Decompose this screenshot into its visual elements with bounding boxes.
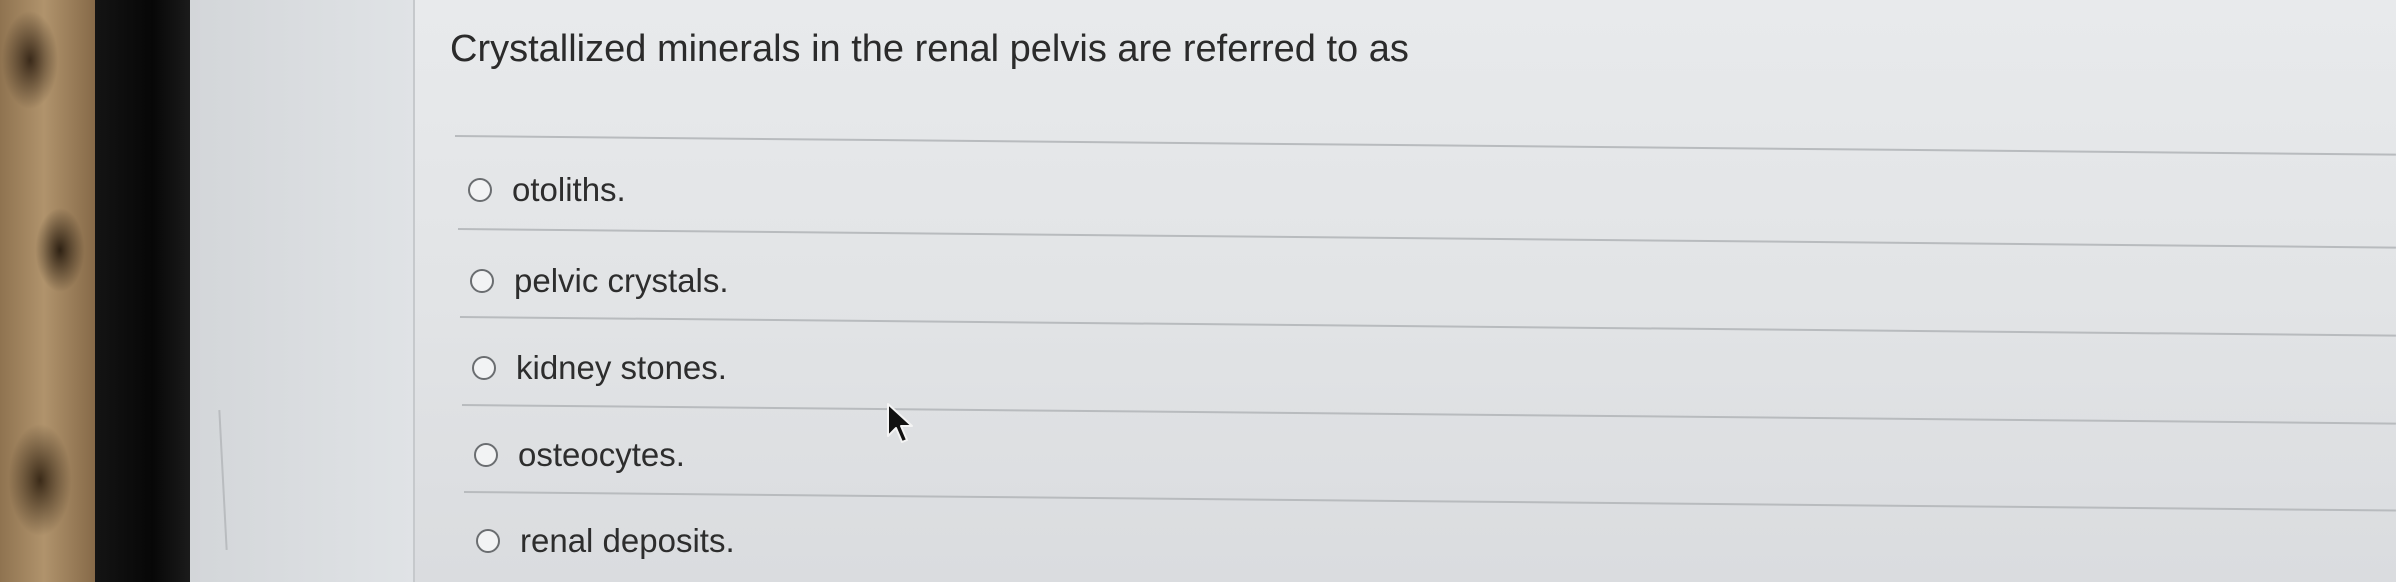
option-label: osteocytes. <box>518 436 685 473</box>
option-osteocytes[interactable]: osteocytes. <box>474 436 685 474</box>
option-renal-deposits[interactable]: renal deposits. <box>476 522 735 560</box>
radio-button-icon[interactable] <box>472 356 496 380</box>
option-otoliths[interactable]: otoliths. <box>468 171 626 209</box>
radio-button-icon[interactable] <box>476 529 500 553</box>
option-label: pelvic crystals. <box>514 262 729 299</box>
radio-button-icon[interactable] <box>474 443 498 467</box>
question-text: Crystallized minerals in the renal pelvi… <box>450 28 1409 70</box>
option-kidney-stones[interactable]: kidney stones. <box>472 349 727 387</box>
sidebar-edge-line <box>218 410 228 550</box>
arrow-cursor-icon <box>887 403 913 443</box>
option-label: renal deposits. <box>520 522 735 559</box>
background-surface <box>0 0 110 582</box>
option-pelvic-crystals[interactable]: pelvic crystals. <box>470 262 729 300</box>
option-label: kidney stones. <box>516 349 727 386</box>
left-sidebar-area <box>190 0 415 582</box>
option-label: otoliths. <box>512 171 626 208</box>
radio-button-icon[interactable] <box>470 269 494 293</box>
radio-button-icon[interactable] <box>468 178 492 202</box>
monitor-bezel <box>95 0 190 582</box>
